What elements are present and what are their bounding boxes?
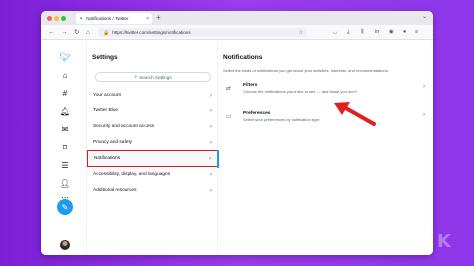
settings-item-label: Notifications <box>94 156 121 161</box>
chevron-right-icon: › <box>209 155 211 162</box>
home-nav-icon[interactable]: ⌂ <box>58 71 72 81</box>
tab-close-icon[interactable]: × <box>146 16 149 22</box>
tab-list-icon[interactable]: ⌄ <box>422 13 427 20</box>
back-icon[interactable]: ← <box>48 28 55 37</box>
maximize-window-button[interactable] <box>61 16 66 21</box>
chevron-right-icon: › <box>423 84 425 90</box>
chevron-right-icon: › <box>210 171 212 178</box>
filters-row[interactable]: ⇄ Filters Choose the notifications you’d… <box>218 79 433 99</box>
annotation-arrow-icon <box>334 102 376 126</box>
sliders-icon: ⇄ <box>226 86 232 92</box>
chevron-right-icon: › <box>210 107 212 114</box>
filters-subtitle: Choose the notifications you’d like to s… <box>243 89 358 94</box>
notifications-title: Notifications <box>223 54 263 61</box>
lock-icon: 🔒 <box>103 29 110 36</box>
avatar[interactable] <box>60 240 70 250</box>
explore-hashtag-icon[interactable]: # <box>58 89 72 99</box>
tab-bar: ✦ Notifications / Twitter × + ⌄ <box>41 11 433 25</box>
search-icon: ⌕ <box>134 74 138 80</box>
chevron-right-icon: › <box>210 92 212 99</box>
notifications-bell-icon[interactable]: 🔔︎ <box>58 107 72 117</box>
filters-title: Filters <box>243 83 258 88</box>
browser-tab[interactable]: ✦ Notifications / Twitter × <box>76 13 152 24</box>
browser-window: ✦ Notifications / Twitter × + ⌄ ← → ↻ ⌂ … <box>41 11 433 255</box>
menu-icon[interactable]: ≡ <box>415 28 418 37</box>
preferences-title: Preferences <box>243 111 271 116</box>
chevron-right-icon: › <box>210 187 212 194</box>
new-tab-button[interactable]: + <box>156 13 161 23</box>
home-icon[interactable]: ⌂ <box>86 28 90 37</box>
minimize-window-button[interactable] <box>54 16 59 21</box>
settings-item-label: Security and account access <box>93 124 155 129</box>
video-icon: ▭ <box>226 114 232 120</box>
settings-item-label: Accessibility, display, and languages <box>93 172 171 177</box>
twitter-bird-icon[interactable]: 🐦︎ <box>58 52 72 62</box>
chevron-right-icon: › <box>210 123 212 130</box>
notifications-column: Notifications Select the kinds of notifi… <box>218 41 433 255</box>
settings-item-twitter-blue[interactable]: Twitter Blue › <box>87 103 218 118</box>
profile-icon[interactable]: ● <box>403 28 406 37</box>
messages-envelope-icon[interactable]: ✉ <box>58 125 72 135</box>
lists-icon[interactable]: ☰ <box>58 161 72 171</box>
watermark-logo: K <box>437 231 452 252</box>
chevron-right-icon: › <box>423 112 425 118</box>
chevron-right-icon: › <box>210 139 212 146</box>
settings-item-label: Twitter Blue <box>93 108 119 113</box>
bookmark-star-icon[interactable]: ☆ <box>298 30 303 36</box>
bookmarks-icon[interactable]: ⌑ <box>58 143 72 153</box>
extension-icon[interactable]: ◉ <box>389 28 394 37</box>
reload-icon[interactable]: ↻ <box>74 28 79 37</box>
settings-item-security[interactable]: Security and account access › <box>87 119 218 134</box>
twitter-left-nav: 🐦︎ ⌂ # 🔔︎ ✉ ⌑ ☰ 👤︎ ⋯ ✎ <box>41 41 87 255</box>
pocket-icon[interactable]: ◡ <box>333 28 338 37</box>
settings-column: Settings ⌕ Search Settings Your account … <box>87 41 219 255</box>
url-text: https://twitter.com/settings/notificatio… <box>112 30 191 35</box>
close-window-button[interactable] <box>47 16 52 21</box>
preferences-row[interactable]: ▭ Preferences Select your preferences by… <box>218 107 433 127</box>
search-placeholder: Search Settings <box>139 74 172 80</box>
forward-icon[interactable]: → <box>61 28 68 37</box>
settings-title: Settings <box>92 54 118 61</box>
settings-item-notifications[interactable]: Notifications › <box>87 149 219 168</box>
twitter-app: 🐦︎ ⌂ # 🔔︎ ✉ ⌑ ☰ 👤︎ ⋯ ✎ Settings ⌕ Search… <box>41 41 433 255</box>
settings-item-label: Your account <box>93 93 121 98</box>
linkedin-icon[interactable]: in <box>375 28 379 37</box>
profile-person-icon[interactable]: 👤︎ <box>58 179 72 189</box>
settings-item-privacy[interactable]: Privacy and safety › <box>87 135 218 150</box>
url-bar[interactable]: 🔒 https://twitter.com/settings/notificat… <box>99 28 307 37</box>
settings-item-your-account[interactable]: Your account › <box>87 88 218 103</box>
twitter-favicon-icon: ✦ <box>79 15 84 22</box>
settings-item-additional-resources[interactable]: Additional resources › <box>87 183 218 198</box>
search-settings-input[interactable]: ⌕ Search Settings <box>95 72 211 82</box>
navigation-bar: ← → ↻ ⌂ 🔒 https://twitter.com/settings/n… <box>41 25 433 40</box>
preferences-subtitle: Select your preferences by notification … <box>243 117 321 122</box>
settings-item-accessibility[interactable]: Accessibility, display, and languages › <box>87 167 218 182</box>
settings-item-label: Additional resources <box>93 188 137 193</box>
library-icon[interactable]: ⫼ <box>361 28 364 37</box>
compose-tweet-button[interactable]: ✎ <box>57 199 73 215</box>
settings-item-label: Privacy and safety <box>93 140 133 145</box>
feather-icon: ✎ <box>61 202 69 212</box>
tab-title: Notifications / Twitter <box>86 16 129 21</box>
notifications-description: Select the kinds of notifications you ge… <box>223 68 389 73</box>
downloads-icon[interactable]: ⤓ <box>347 28 349 37</box>
